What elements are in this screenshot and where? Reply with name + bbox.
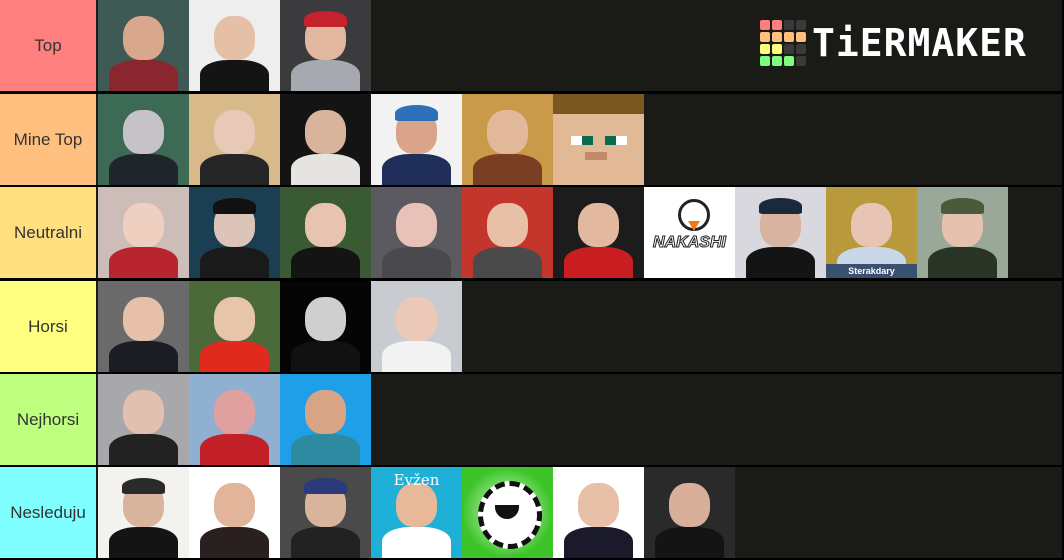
- tier-item-image[interactable]: [189, 281, 280, 372]
- logo-grid-cell: [760, 44, 770, 54]
- item-caption: Sterakdary: [848, 266, 895, 276]
- tier-label[interactable]: Horsi: [0, 281, 96, 372]
- tiermaker-logo[interactable]: TiERMAKER: [760, 20, 1027, 66]
- tier-item-image[interactable]: [98, 0, 189, 91]
- tiermaker-grid-icon: [760, 20, 806, 66]
- tier-item-image[interactable]: [189, 374, 280, 465]
- logo-grid-cell: [760, 56, 770, 66]
- logo-grid-cell: [772, 56, 782, 66]
- tier-item-image[interactable]: [917, 187, 1008, 278]
- logo-grid-cell: [796, 20, 806, 30]
- tier-item-image[interactable]: [371, 94, 462, 185]
- tier-items: NAKASHI Sterakdary: [98, 187, 1008, 278]
- tier-row-nesleduju: Nesleduju Evžen: [0, 467, 1062, 558]
- tier-item-image[interactable]: [462, 187, 553, 278]
- tier-items: [98, 94, 644, 185]
- tiermaker-wordmark: TiERMAKER: [812, 21, 1027, 65]
- tier-item-image[interactable]: [189, 94, 280, 185]
- tier-items: [98, 281, 462, 372]
- tier-item-image[interactable]: [462, 467, 553, 558]
- logo-grid-cell: [772, 32, 782, 42]
- tier-item-image[interactable]: [98, 374, 189, 465]
- minecraft-eye: [582, 135, 593, 145]
- tier-item-image[interactable]: [553, 467, 644, 558]
- tier-item-image[interactable]: [98, 467, 189, 558]
- tier-item-image[interactable]: [280, 187, 371, 278]
- logo-grid-cell: [796, 44, 806, 54]
- tier-item-image[interactable]: [371, 187, 462, 278]
- tier-item-image[interactable]: [280, 374, 371, 465]
- tier-label[interactable]: Mine Top: [0, 94, 96, 185]
- minecraft-eye: [616, 135, 627, 145]
- logo-grid-cell: [796, 56, 806, 66]
- tier-item-image[interactable]: [98, 94, 189, 185]
- tier-item-image[interactable]: [280, 467, 371, 558]
- tier-label[interactable]: Nejhorsi: [0, 374, 96, 465]
- tier-item-image[interactable]: [553, 94, 644, 185]
- tier-item-image[interactable]: [189, 0, 280, 91]
- nakashi-logo-text: NAKASHI: [653, 234, 727, 252]
- tier-list-board: Top Mine Top Neutralni NAKASHI Sterakdary Hor…: [0, 0, 1062, 560]
- logo-grid-cell: [784, 32, 794, 42]
- tier-item-image[interactable]: [644, 467, 735, 558]
- tier-item-image[interactable]: [462, 94, 553, 185]
- tier-item-image[interactable]: [98, 281, 189, 372]
- tier-item-image[interactable]: [371, 281, 462, 372]
- logo-grid-cell: [772, 44, 782, 54]
- tier-row-nejhorsi: Nejhorsi: [0, 374, 1062, 465]
- tier-items: [98, 0, 371, 91]
- minecraft-eye: [571, 135, 582, 145]
- logo-grid-cell: [784, 44, 794, 54]
- tier-item-image[interactable]: NAKASHI: [644, 187, 735, 278]
- logo-grid-cell: [760, 32, 770, 42]
- minecraft-eye: [605, 135, 616, 145]
- tier-item-image[interactable]: [98, 187, 189, 278]
- tier-item-image[interactable]: [189, 187, 280, 278]
- tier-item-image[interactable]: [553, 187, 644, 278]
- logo-grid-cell: [760, 20, 770, 30]
- tier-label[interactable]: Neutralni: [0, 187, 96, 278]
- tier-row-neutralni: Neutralni NAKASHI Sterakdary: [0, 187, 1062, 278]
- tier-item-image[interactable]: [280, 281, 371, 372]
- tier-item-image[interactable]: Sterakdary: [826, 187, 917, 278]
- tier-items: Evžen: [98, 467, 735, 558]
- item-caption: Evžen: [393, 471, 440, 489]
- tier-row-horsi: Horsi: [0, 281, 1062, 372]
- logo-grid-cell: [796, 32, 806, 42]
- tier-item-image[interactable]: [280, 94, 371, 185]
- tier-item-image[interactable]: [189, 467, 280, 558]
- tier-item-image[interactable]: Evžen: [371, 467, 462, 558]
- logo-grid-cell: [784, 20, 794, 30]
- tier-items: [98, 374, 371, 465]
- logo-grid-cell: [784, 56, 794, 66]
- tier-item-image[interactable]: [280, 0, 371, 91]
- logo-grid-cell: [772, 20, 782, 30]
- tier-label[interactable]: Nesleduju: [0, 467, 96, 558]
- tier-item-image[interactable]: [735, 187, 826, 278]
- tier-row-mine-top: Mine Top: [0, 94, 1062, 185]
- tier-label[interactable]: Top: [0, 0, 96, 91]
